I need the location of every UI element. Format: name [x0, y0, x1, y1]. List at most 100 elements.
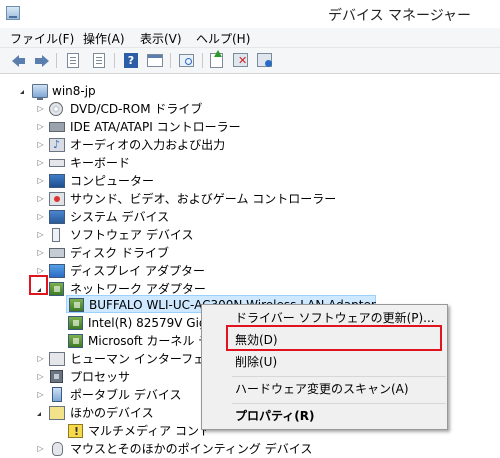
update-driver-icon[interactable] — [208, 50, 226, 69]
tree-item-label: マウスとそのほかのポインティング デバイス — [70, 442, 313, 456]
title-bar: デバイス マネージャー — [0, 0, 500, 28]
tree-item-audio-io[interactable]: ▷ オーディオの入力および出力 — [36, 136, 336, 154]
expand-icon[interactable]: ▷ — [36, 208, 45, 226]
tree-item-system[interactable]: ▷ システム デバイス — [36, 208, 336, 226]
menu-properties[interactable]: プロパティ(R) — [203, 405, 446, 427]
tree-item-dvd[interactable]: ▷ DVD/CD-ROM ドライブ — [36, 100, 336, 118]
tree-item-label: DVD/CD-ROM ドライブ — [70, 102, 203, 116]
tree-item-label: Intel(R) 82579V Gig — [88, 316, 206, 330]
tree-item-sound[interactable]: ▷ サウンド、ビデオ、およびゲーム コントローラー — [36, 190, 366, 208]
tree-item-label: キーボード — [70, 156, 131, 170]
expand-icon[interactable]: ▷ — [36, 100, 45, 118]
tree-item-label: ほかのデバイス — [70, 406, 154, 420]
expand-icon[interactable]: ▷ — [36, 350, 45, 368]
portable-device-icon — [52, 387, 62, 402]
tree-item-label: システム デバイス — [70, 210, 170, 224]
list-icon[interactable] — [90, 52, 108, 69]
expand-icon[interactable]: ▷ — [36, 226, 45, 244]
tree-item-label: Microsoft カーネル デバ — [88, 334, 206, 348]
tree-root-label: win8-jp — [52, 84, 96, 98]
tree-item-mouse[interactable]: ▷ マウスとそのほかのポインティング デバイス — [36, 440, 336, 458]
processor-icon — [50, 370, 63, 383]
disk-drive-icon — [49, 248, 65, 258]
window-title: デバイス マネージャー — [328, 8, 472, 24]
system-device-icon — [49, 210, 65, 224]
tree-item-label: IDE ATA/ATAPI コントローラー — [70, 120, 241, 134]
tree-item-label: ポータブル デバイス — [70, 388, 182, 402]
sound-controller-icon — [49, 192, 65, 206]
expand-icon[interactable]: ▷ — [36, 368, 45, 386]
tree-item-intel-adapter[interactable]: Intel(R) 82579V Gig — [66, 314, 206, 332]
tree-item-other[interactable]: ほかのデバイス — [36, 404, 196, 422]
menu-help[interactable]: ヘルプ(H) — [196, 30, 250, 47]
network-adapter-icon — [49, 282, 64, 296]
scan-icon[interactable] — [178, 52, 196, 69]
warning-icon — [68, 423, 83, 440]
other-devices-icon — [49, 406, 65, 420]
tree-root[interactable]: win8-jp — [20, 82, 220, 100]
window-icon[interactable] — [146, 52, 164, 69]
help-icon[interactable]: ? — [122, 52, 140, 69]
forward-icon[interactable] — [32, 52, 50, 69]
menu-file[interactable]: ファイル(F) — [10, 30, 74, 47]
tree-item-label: オーディオの入力および出力 — [70, 138, 226, 152]
expand-icon[interactable]: ▷ — [36, 244, 45, 262]
tree-item-microsoft-adapter[interactable]: Microsoft カーネル デバ — [66, 332, 206, 350]
network-adapter-icon — [68, 316, 83, 330]
computer-icon — [32, 84, 48, 100]
tree-item-multimedia-controller[interactable]: マルチメディア コントロー — [66, 422, 206, 440]
expand-icon[interactable]: ▷ — [36, 118, 45, 136]
ide-controller-icon — [49, 122, 65, 132]
tree-item-label: サウンド、ビデオ、およびゲーム コントローラー — [70, 192, 337, 206]
tree-item-processor[interactable]: ▷ プロセッサ — [36, 368, 196, 386]
context-menu: ドライバー ソフトウェアの更新(P)... 無効(D) 削除(U) ハードウェア… — [201, 304, 448, 430]
tree-item-label: ディスク ドライブ — [70, 246, 169, 260]
menu-separator — [232, 376, 446, 377]
tree-item-label: ディスプレイ アダプター — [70, 264, 205, 278]
dvd-drive-icon — [49, 102, 63, 116]
device-manager-icon — [6, 6, 20, 20]
tree-item-portable[interactable]: ▷ ポータブル デバイス — [36, 386, 196, 404]
hid-icon — [49, 352, 65, 366]
expand-icon[interactable]: ▷ — [36, 172, 45, 190]
tree-item-hid[interactable]: ▷ ヒューマン インターフェイス デ — [36, 350, 206, 368]
highlight-expander — [29, 275, 48, 295]
tree-item-label: マルチメディア コントロー — [88, 424, 206, 438]
menu-separator — [232, 403, 446, 404]
toolbar: ? — [0, 48, 500, 74]
tree-item-keyboard[interactable]: ▷ キーボード — [36, 154, 336, 172]
expand-icon[interactable]: ▷ — [36, 386, 45, 404]
disable-icon[interactable] — [256, 52, 274, 69]
tree-item-display[interactable]: ▷ ディスプレイ アダプター — [36, 262, 336, 280]
menu-view[interactable]: 表示(V) — [140, 30, 182, 47]
expand-icon[interactable]: ▷ — [36, 190, 45, 208]
menu-action[interactable]: 操作(A) — [83, 30, 125, 47]
tree-item-software[interactable]: ▷ ソフトウェア デバイス — [36, 226, 336, 244]
back-icon[interactable] — [8, 52, 26, 69]
computer-icon — [49, 174, 65, 188]
menu-bar: ファイル(F) 操作(A) 表示(V) ヘルプ(H) — [0, 28, 500, 48]
expand-icon[interactable]: ▷ — [36, 136, 45, 154]
software-device-icon — [52, 228, 60, 242]
keyboard-icon — [49, 159, 65, 167]
tree-item-disk[interactable]: ▷ ディスク ドライブ — [36, 244, 336, 262]
expand-icon[interactable]: ▷ — [36, 154, 45, 172]
tree-item-label: ソフトウェア デバイス — [70, 228, 194, 242]
tree-item-ide[interactable]: ▷ IDE ATA/ATAPI コントローラー — [36, 118, 336, 136]
menu-uninstall[interactable]: 削除(U) — [203, 351, 446, 373]
audio-io-icon — [49, 136, 65, 154]
mouse-icon — [52, 442, 63, 456]
expand-icon[interactable]: ▷ — [36, 440, 45, 458]
tree-item-computer[interactable]: ▷ コンピューター — [36, 172, 336, 190]
properties-icon[interactable] — [64, 52, 82, 69]
uninstall-icon[interactable] — [232, 52, 250, 69]
tree-item-label: ヒューマン インターフェイス デ — [70, 352, 206, 366]
collapse-icon[interactable] — [37, 412, 41, 416]
network-adapter-icon — [68, 334, 83, 348]
display-adapter-icon — [49, 264, 65, 278]
highlight-disable — [226, 325, 442, 351]
tree-item-label: コンピューター — [70, 174, 155, 188]
menu-scan-hardware[interactable]: ハードウェア変更のスキャン(A) — [203, 378, 446, 400]
tree-item-label: プロセッサ — [70, 370, 131, 384]
network-adapter-icon — [69, 298, 84, 312]
